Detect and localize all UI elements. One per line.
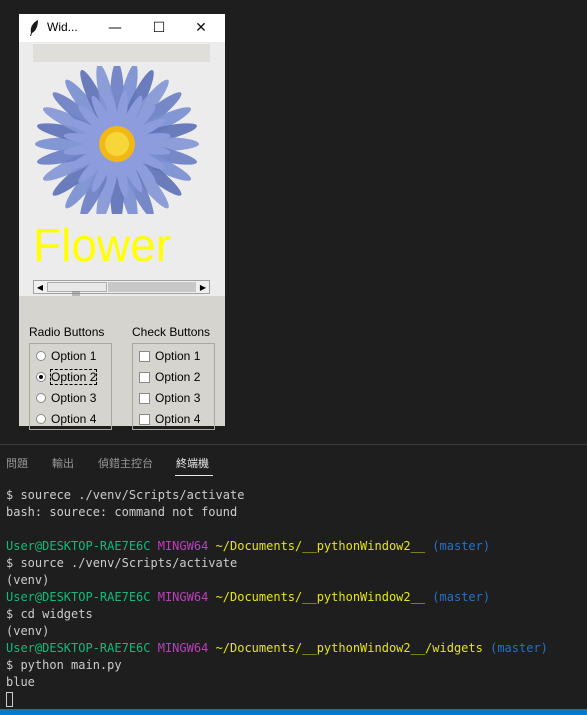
terminal-line: $ cd widgets bbox=[6, 607, 93, 621]
close-icon: ✕ bbox=[195, 20, 207, 36]
tk-window: Wid... — ☐ ✕ Flower ◀ ▶ Radio Buttons Op… bbox=[19, 14, 225, 430]
radio-group: Option 1 Option 2 Option 3 Option 4 bbox=[29, 343, 112, 430]
terminal-prompt: User@DESKTOP-RAE7E6C MINGW64 ~/Documents… bbox=[6, 641, 548, 655]
radio-option-3[interactable]: Option 3 bbox=[36, 389, 96, 407]
terminal-cursor[interactable] bbox=[6, 692, 13, 707]
lower-frame: Radio Buttons Option 1 Option 2 Option 3… bbox=[19, 296, 225, 430]
check-option-1[interactable]: Option 1 bbox=[139, 347, 200, 365]
checkbox-icon[interactable] bbox=[139, 413, 150, 425]
check-option-4[interactable]: Option 4 bbox=[139, 410, 200, 428]
tab-problems[interactable]: 問題 bbox=[6, 455, 28, 471]
terminal-prompt: User@DESKTOP-RAE7E6C MINGW64 ~/Documents… bbox=[6, 590, 491, 604]
radio-option-1[interactable]: Option 1 bbox=[36, 347, 96, 365]
check-option-2[interactable]: Option 2 bbox=[139, 368, 200, 386]
tab-debug-console[interactable]: 偵錯主控台 bbox=[98, 455, 153, 471]
terminal-line: $ python main.py bbox=[6, 658, 122, 672]
terminal-prompt: User@DESKTOP-RAE7E6C MINGW64 ~/Documents… bbox=[6, 539, 491, 553]
radio-icon[interactable] bbox=[36, 351, 46, 361]
flower-image bbox=[35, 66, 199, 214]
tab-output[interactable]: 輸出 bbox=[52, 455, 74, 471]
close-button[interactable]: ✕ bbox=[179, 14, 223, 42]
check-option-3[interactable]: Option 3 bbox=[139, 389, 200, 407]
checkbox-icon[interactable] bbox=[139, 350, 150, 362]
radio-icon[interactable] bbox=[36, 393, 46, 403]
radio-group-title: Radio Buttons bbox=[29, 325, 105, 339]
terminal-line: bash: sourece: command not found bbox=[6, 505, 238, 519]
feather-icon bbox=[28, 19, 40, 41]
radio-selected-icon[interactable] bbox=[36, 372, 46, 382]
maximize-button[interactable]: ☐ bbox=[137, 14, 181, 42]
scroll-right-icon[interactable]: ▶ bbox=[197, 281, 209, 293]
check-group: Option 1 Option 2 Option 3 Option 4 bbox=[132, 343, 215, 430]
terminal-line: $ source ./venv/Scripts/activate bbox=[6, 556, 238, 570]
terminal-line: (venv) bbox=[6, 624, 50, 638]
radio-icon[interactable] bbox=[36, 414, 46, 424]
checkbox-icon[interactable] bbox=[139, 392, 150, 404]
horizontal-scrollbar[interactable]: ◀ ▶ bbox=[33, 280, 210, 297]
active-tab-indicator bbox=[175, 475, 213, 476]
terminal-line: blue bbox=[6, 675, 35, 689]
radio-option-2[interactable]: Option 2 bbox=[36, 368, 98, 386]
checkbox-icon[interactable] bbox=[139, 371, 150, 383]
scroll-trough[interactable] bbox=[108, 282, 196, 292]
minimize-icon: — bbox=[108, 20, 122, 36]
window-content: Flower ◀ ▶ Radio Buttons Option 1 Option… bbox=[19, 42, 225, 430]
tab-terminal[interactable]: 終端機 bbox=[176, 455, 209, 471]
terminal-line: (venv) bbox=[6, 573, 50, 587]
minimize-button[interactable]: — bbox=[93, 14, 137, 42]
flower-label: Flower bbox=[33, 219, 172, 271]
scroll-thumb[interactable] bbox=[47, 282, 107, 297]
check-group-title: Check Buttons bbox=[132, 325, 211, 339]
maximize-icon: ☐ bbox=[152, 20, 166, 36]
terminal-panel: 問題 輸出 偵錯主控台 終端機 bbox=[0, 444, 587, 715]
status-bar bbox=[0, 709, 587, 715]
radio-option-4[interactable]: Option 4 bbox=[36, 410, 96, 428]
terminal-line: $ sourece ./venv/Scripts/activate bbox=[6, 488, 245, 502]
scroll-left-icon[interactable]: ◀ bbox=[34, 281, 46, 293]
window-title: Wid... bbox=[47, 20, 78, 34]
title-bar[interactable]: Wid... — ☐ ✕ bbox=[19, 14, 225, 42]
top-frame bbox=[33, 44, 210, 62]
